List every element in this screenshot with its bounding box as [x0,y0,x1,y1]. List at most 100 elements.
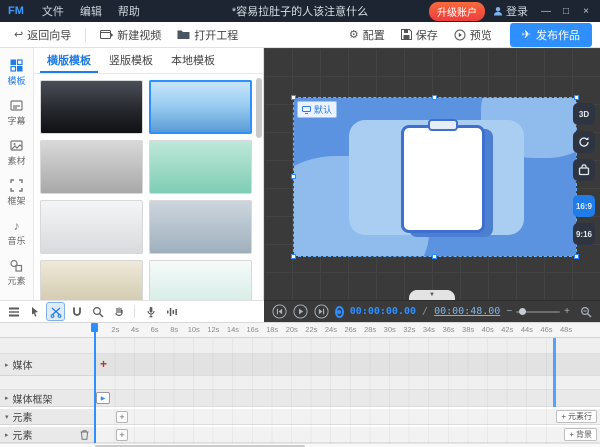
left-sidebar: 模板 字幕 素材 框架 ♪ 音乐 元素 [0,48,34,300]
aspect-9-16-button[interactable]: 9:16 [573,223,595,245]
login-button[interactable]: 登录 [493,3,528,19]
skip-start-button[interactable] [272,304,287,319]
expand-arrow-icon[interactable]: ▸ [5,394,9,402]
aspect-16-9-button[interactable]: 16:9 [573,195,595,217]
audio-wave-tool[interactable] [163,303,180,320]
playhead[interactable] [94,323,96,443]
rotate-button[interactable] [573,131,595,153]
template-thumbnail[interactable] [149,260,252,300]
track-lane-empty[interactable] [0,338,600,354]
3d-button[interactable]: 3D [573,103,595,125]
config-label: 配置 [363,27,385,43]
delete-track-icon[interactable] [80,430,89,440]
add-background-button[interactable]: + 背景 [564,428,597,441]
sidebar-item-materials[interactable]: 素材 [0,134,34,172]
upgrade-account-button[interactable]: 升级账户 [429,2,485,21]
menu-help[interactable]: 帮助 [110,3,148,19]
minimize-button[interactable]: — [536,0,556,22]
hand-tool[interactable] [110,303,127,320]
add-background-label: 背景 [576,429,592,440]
maximize-button[interactable]: □ [556,0,576,22]
sidebar-item-frames[interactable]: 框架 [0,174,34,212]
zoom-out-button[interactable]: − [506,307,512,317]
sidebar-item-music[interactable]: ♪ 音乐 [0,214,34,252]
template-thumbnail[interactable] [149,140,252,194]
preview-button[interactable]: 预览 [448,25,498,45]
record-button[interactable] [335,306,344,318]
login-label: 登录 [506,3,528,19]
close-button[interactable]: × [576,0,596,22]
timeline-horizontal-scrollbar[interactable] [0,443,600,447]
template-thumbnail[interactable] [40,140,143,194]
save-icon [401,29,412,40]
sidebar-item-subtitles[interactable]: 字幕 [0,94,34,132]
track-lane-empty[interactable] [0,376,600,390]
expand-arrow-icon[interactable]: ▸ [5,431,9,439]
asset-bag-button[interactable] [573,159,595,181]
template-tabs: 横版模板 竖版模板 本地模板 [34,48,263,74]
ruler-tick-label: 30s [380,325,400,334]
split-tool[interactable] [47,303,64,320]
zoom-slider-thumb[interactable] [519,308,526,315]
add-media-button[interactable]: + [100,358,107,370]
sidebar-label: 元素 [7,274,25,287]
template-thumbnail[interactable] [40,80,143,134]
template-thumbnail[interactable] [149,200,252,254]
ruler-tick-label: 48s [556,325,576,334]
sidebar-item-templates[interactable]: 模板 [0,54,34,92]
track-layers-tool[interactable] [5,303,22,320]
playhead-handle[interactable] [91,323,98,332]
ruler-tick-label: 8s [164,325,184,334]
timeline-toolbar-separator [134,305,135,318]
menu-edit[interactable]: 编辑 [72,3,110,19]
canvas-collapse-tab[interactable]: ▼ [409,290,455,300]
expand-arrow-icon[interactable]: ▸ [5,361,9,369]
add-element-button[interactable]: + [116,411,128,423]
tab-horizontal-templates[interactable]: 横版模板 [40,48,98,73]
canvas-area[interactable]: 默认 3D 16:9 9:16 ▼ [264,48,600,300]
zoom-slider[interactable] [516,311,560,313]
track-header-media-frame[interactable]: ▸ 媒体框架 [0,390,95,407]
select-tool[interactable] [26,303,43,320]
track-header-element-1[interactable]: ▾ 元素 [0,409,95,425]
zoom-in-button[interactable]: + [564,307,570,317]
collapse-arrow-icon[interactable]: ▾ [5,413,9,421]
zoom-tool[interactable] [89,303,106,320]
template-thumbnail-selected[interactable] [149,80,252,134]
timeline-ruler[interactable]: 0 2s 4s 6s 8s 10s 12s 14s 16s 18s 20s 22… [0,323,600,338]
clipboard-graphic[interactable] [401,121,485,233]
track-header-element-2[interactable]: ▸ 元素 [0,427,95,443]
open-project-button[interactable]: 打开工程 [171,25,244,45]
template-thumbnail[interactable] [40,260,143,300]
back-to-wizard-button[interactable]: ↩ 返回向导 [8,25,77,45]
ruler-tick-label: 22s [302,325,322,334]
magnet-tool[interactable] [68,303,85,320]
new-video-button[interactable]: 新建视频 [94,25,167,45]
ruler-tick-label: 32s [400,325,420,334]
tab-local-templates[interactable]: 本地模板 [164,48,222,73]
back-arrow-icon: ↩ [14,28,23,41]
zoom-fit-icon[interactable] [580,306,592,318]
config-button[interactable]: ⚙ 配置 [343,25,391,45]
publish-button[interactable]: ✈ 发布作品 [510,23,592,47]
template-panel-scrollbar[interactable] [256,78,262,138]
scene-label[interactable]: 默认 [297,101,337,118]
track-label: 媒体框架 [13,391,53,406]
skip-end-button[interactable] [314,304,329,319]
template-panel: 横版模板 竖版模板 本地模板 [34,48,264,300]
add-element-button[interactable]: + [116,429,128,441]
track-header-media[interactable]: ▸ 媒体 [0,354,95,376]
tab-vertical-templates[interactable]: 竖版模板 [102,48,160,73]
total-time[interactable]: 00:00:48.00 [434,306,500,317]
sidebar-item-elements[interactable]: 元素 [0,254,34,292]
template-thumbnail[interactable] [40,200,143,254]
microphone-tool[interactable] [142,303,159,320]
add-element-row-button[interactable]: + 元素行 [556,410,597,423]
save-button[interactable]: 保存 [395,25,444,45]
stage[interactable]: 默认 [294,98,576,256]
play-button[interactable] [293,304,308,319]
project-end-marker[interactable] [553,338,556,407]
menu-file[interactable]: 文件 [34,3,72,19]
track-label: 元素 [13,409,33,424]
media-frame-clip[interactable]: ▶ [96,392,110,404]
